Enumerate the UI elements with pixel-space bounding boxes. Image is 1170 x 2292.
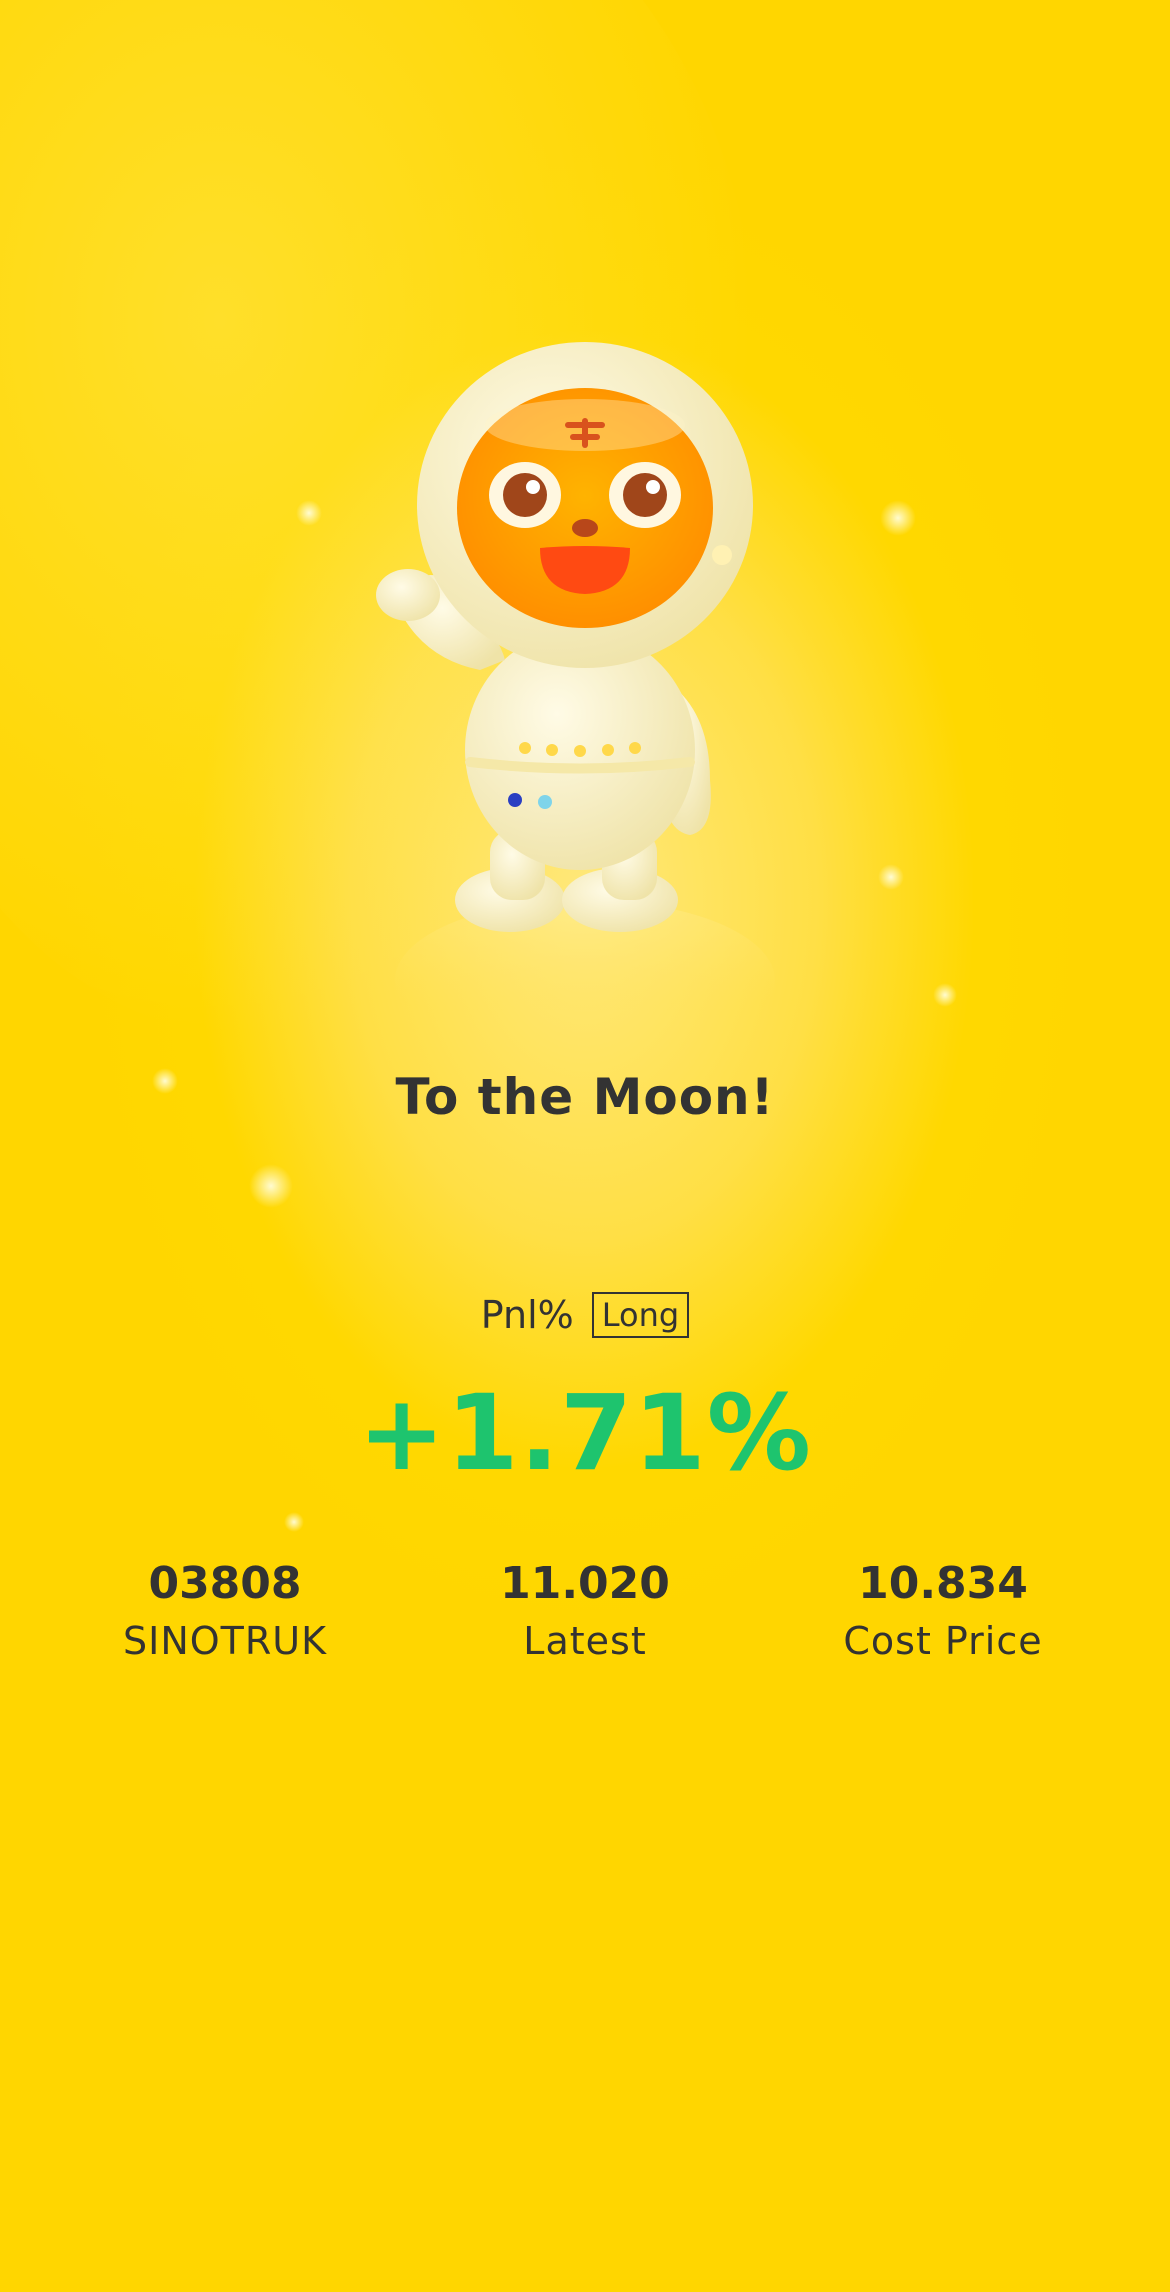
stock-code: 03808 — [148, 1558, 302, 1609]
share-card: To the Moon! Pnl% Long +1.71% 03808 SINO… — [0, 0, 1170, 2292]
pnl-value: +1.71% — [358, 1372, 812, 1494]
sparkle — [880, 500, 916, 536]
latest-label: Latest — [523, 1619, 647, 1663]
cost-price: 10.834 — [858, 1558, 1028, 1609]
tiger-astronaut-mascot — [376, 342, 775, 1010]
stat-latest: 11.020 Latest — [405, 1554, 765, 1668]
sparkle — [296, 500, 322, 526]
sparkle — [878, 864, 904, 890]
headline: To the Moon! — [395, 1068, 775, 1126]
sparkle — [284, 1512, 304, 1532]
latest-price: 11.020 — [500, 1558, 670, 1609]
sparkle — [249, 1164, 293, 1208]
pnl-label: Pnl% — [480, 1293, 574, 1337]
stat-cost: 10.834 Cost Price — [763, 1554, 1123, 1668]
stock-name: SINOTRUK — [122, 1619, 327, 1663]
pnl-header: Pnl% Long — [0, 1292, 1170, 1338]
cost-price-label: Cost Price — [843, 1619, 1043, 1663]
stats-row: 03808 SINOTRUK 11.020 Latest 10.834 Cost… — [0, 1554, 1170, 1674]
position-side-tag: Long — [591, 1292, 690, 1338]
stat-stock: 03808 SINOTRUK — [45, 1554, 405, 1668]
sparkle — [933, 983, 957, 1007]
